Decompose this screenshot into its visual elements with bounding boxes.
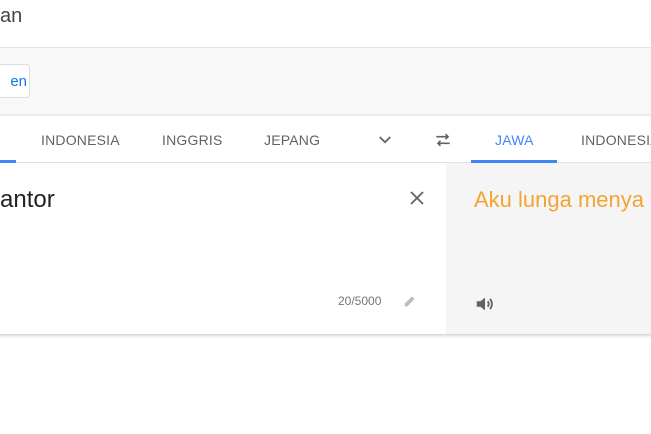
tab-source-jepang[interactable]: JEPANG xyxy=(264,132,320,148)
translation-panel: Aku lunga menya xyxy=(446,163,651,334)
source-panel[interactable]: antor 20/5000 xyxy=(0,163,446,334)
page-header: an xyxy=(0,0,651,48)
translation-text: Aku lunga menya xyxy=(474,187,644,212)
chevron-down-icon[interactable] xyxy=(376,131,394,149)
translate-card: INDONESIA INGGRIS JEPANG JAWA INDONESI A … xyxy=(0,116,651,334)
tab-target-indonesia[interactable]: INDONESIA xyxy=(581,132,651,148)
pencil-icon[interactable] xyxy=(402,293,418,309)
character-count: 20/5000 xyxy=(338,294,382,308)
close-icon[interactable] xyxy=(408,189,426,207)
language-bar: INDONESIA INGGRIS JEPANG JAWA INDONESIA xyxy=(0,116,651,163)
speaker-icon[interactable] xyxy=(474,293,496,315)
tab-target-jawa[interactable]: JAWA xyxy=(495,132,534,148)
toolbar-band: en xyxy=(0,48,651,116)
swap-languages-icon[interactable] xyxy=(432,130,454,150)
page-title: an xyxy=(0,5,23,27)
documents-button[interactable]: en xyxy=(0,64,30,98)
source-text[interactable]: antor xyxy=(0,186,55,214)
tab-source-indonesia[interactable]: INDONESIA xyxy=(41,132,120,148)
tab-source-inggris[interactable]: INGGRIS xyxy=(162,132,223,148)
